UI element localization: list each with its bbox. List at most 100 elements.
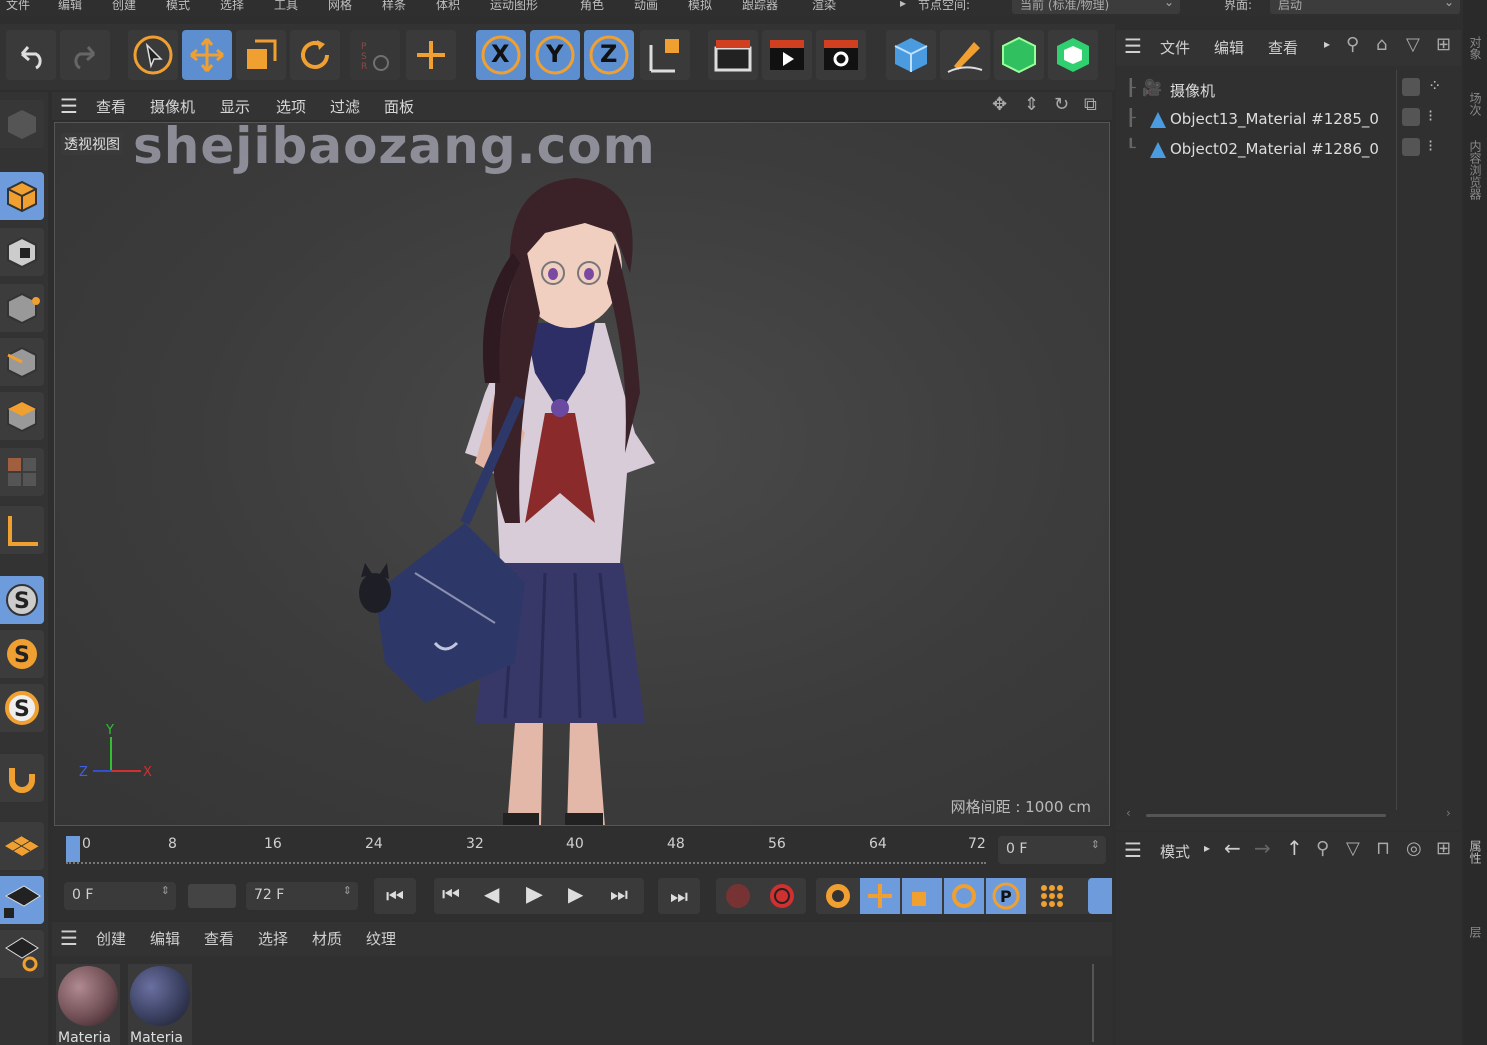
timeline-options-button[interactable]: [1088, 878, 1112, 914]
auto-key-icon[interactable]: [766, 880, 798, 912]
material-scrollbar[interactable]: [1092, 964, 1100, 1042]
play-icon[interactable]: ▶: [526, 882, 543, 907]
psr-button[interactable]: PSR: [350, 30, 400, 80]
menu-item-animate[interactable]: 动画: [634, 0, 658, 13]
lock-x-axis-button[interactable]: X: [476, 30, 526, 80]
home-icon[interactable]: ⌂: [1376, 34, 1387, 55]
camera-tag-icon[interactable]: ⁘: [1428, 76, 1441, 95]
move-tool-button[interactable]: [182, 30, 232, 80]
next-frame-icon[interactable]: ▶: [568, 882, 583, 906]
stepper-icon[interactable]: ⇕: [161, 884, 170, 897]
workplane-button[interactable]: [0, 822, 44, 870]
up-arrow-icon[interactable]: ↑: [1286, 836, 1303, 860]
point-level-animation-icon[interactable]: [1036, 880, 1068, 912]
target-icon[interactable]: ◎: [1406, 838, 1422, 859]
coordinate-system-button[interactable]: [640, 30, 690, 80]
material-menu-material[interactable]: 材质: [312, 928, 342, 949]
viewport-menu-display[interactable]: 显示: [220, 96, 250, 117]
end-frame-field[interactable]: 72 F ⇕: [246, 882, 358, 910]
attribute-mode-menu[interactable]: 模式: [1160, 841, 1190, 862]
viewport-menu-view[interactable]: 查看: [96, 96, 126, 117]
tab-content-browser[interactable]: 内容浏览器: [1467, 140, 1484, 200]
snap-settings-button[interactable]: S: [0, 630, 44, 678]
lock-icon[interactable]: ⊓: [1376, 838, 1390, 859]
chevron-right-icon[interactable]: ▸: [1204, 841, 1210, 855]
menu-item-create[interactable]: 创建: [112, 0, 136, 13]
material-swatch[interactable]: Materia: [56, 964, 120, 1045]
perspective-viewport[interactable]: 透视视图 shejibaozang.com Y X Z 网格间距: 1000 …: [54, 122, 1110, 826]
viewport-menu-panel[interactable]: 面板: [384, 96, 414, 117]
material-menu-view[interactable]: 查看: [204, 928, 234, 949]
menu-item-character[interactable]: 角色: [580, 0, 604, 13]
viewport-menu-filter[interactable]: 过滤: [330, 96, 360, 117]
tab-takes[interactable]: 场次: [1467, 92, 1484, 116]
orbit-view-icon[interactable]: ↻: [1054, 94, 1069, 115]
visibility-dots-icon[interactable]: ⁝: [1428, 106, 1433, 125]
workplane-settings-button[interactable]: [0, 930, 44, 978]
object-menu-view[interactable]: 查看: [1268, 37, 1298, 58]
select-tool-button[interactable]: [128, 30, 178, 80]
search-icon[interactable]: ⚲: [1316, 838, 1329, 859]
texture-mode-button[interactable]: [0, 228, 44, 276]
menu-item-volume[interactable]: 体积: [436, 0, 460, 13]
locked-workplane-button[interactable]: [0, 876, 44, 924]
menu-item-mesh[interactable]: 网格: [328, 0, 352, 13]
edit-visibility-toggle[interactable]: [1402, 78, 1420, 96]
menu-item-tracker[interactable]: 跟踪器: [742, 0, 778, 13]
edges-mode-button[interactable]: [0, 338, 44, 386]
chevron-right-icon[interactable]: ›: [1446, 806, 1451, 820]
redo-button[interactable]: [60, 30, 110, 80]
dolly-view-icon[interactable]: ⇕: [1024, 94, 1039, 115]
back-arrow-icon[interactable]: ←: [1224, 836, 1241, 860]
previous-frame-icon[interactable]: ◀: [484, 882, 499, 906]
rotate-tool-button[interactable]: [290, 30, 340, 80]
scroll-thumb[interactable]: [1146, 814, 1386, 817]
menu-item-tools[interactable]: 工具: [274, 0, 298, 13]
polygons-mode-button[interactable]: [0, 392, 44, 440]
go-to-end-button[interactable]: ⏭: [658, 878, 700, 914]
stepper-icon[interactable]: ⇕: [343, 884, 352, 897]
make-editable-button[interactable]: [0, 100, 44, 148]
pen-tool-button[interactable]: [940, 30, 990, 80]
start-frame-field[interactable]: 0 F ⇕: [64, 882, 176, 910]
material-swatch[interactable]: Materia: [128, 964, 192, 1045]
menu-item-file[interactable]: 文件: [6, 0, 30, 13]
object-row-object02[interactable]: ┖ Object02_Material #1286_0: [1126, 136, 1396, 164]
uv-mode-button[interactable]: [0, 448, 44, 496]
hamburger-icon[interactable]: ☰: [1124, 34, 1142, 58]
chevron-right-icon[interactable]: ▸: [1324, 37, 1330, 51]
timeline-ruler[interactable]: 0 8 16 24 32 40 48 56 64 72 0 F ⇕: [52, 828, 1112, 872]
menu-item-spline[interactable]: 样条: [382, 0, 406, 13]
hamburger-icon[interactable]: ☰: [60, 94, 78, 118]
points-mode-button[interactable]: [0, 284, 44, 332]
new-panel-icon[interactable]: ⊞: [1436, 838, 1451, 859]
cube-object-button[interactable]: [886, 30, 936, 80]
maximize-view-icon[interactable]: ⧉: [1084, 94, 1097, 115]
edit-visibility-toggle[interactable]: [1402, 108, 1420, 126]
object-scrollbar[interactable]: ‹ ›: [1126, 806, 1451, 820]
filter-icon[interactable]: ▽: [1406, 34, 1420, 55]
stepper-icon[interactable]: ⇕: [1091, 838, 1100, 851]
axis-mode-button[interactable]: [0, 506, 44, 554]
pan-view-icon[interactable]: ✥: [992, 94, 1007, 115]
object-menu-edit[interactable]: 编辑: [1214, 37, 1244, 58]
magnet-button[interactable]: [0, 754, 44, 802]
next-key-icon[interactable]: ⏭: [610, 882, 628, 906]
filter-icon[interactable]: ▽: [1346, 838, 1360, 859]
quantize-button[interactable]: S: [0, 684, 44, 732]
current-frame-field[interactable]: 0 F ⇕: [998, 836, 1106, 864]
cloner-button[interactable]: [1048, 30, 1098, 80]
material-menu-texture[interactable]: 纹理: [366, 928, 396, 949]
subdivision-surface-button[interactable]: [994, 30, 1044, 80]
object-menu-file[interactable]: 文件: [1160, 37, 1190, 58]
chevron-left-icon[interactable]: ‹: [1126, 806, 1131, 820]
scale-tool-button[interactable]: [236, 30, 286, 80]
tab-layers[interactable]: 层: [1467, 926, 1484, 938]
render-settings-button[interactable]: [816, 30, 866, 80]
visibility-dots-icon[interactable]: ⁝: [1428, 136, 1433, 155]
hamburger-icon[interactable]: ☰: [60, 926, 78, 950]
lock-z-axis-button[interactable]: Z: [584, 30, 634, 80]
search-icon[interactable]: ⚲: [1346, 34, 1359, 55]
object-row-object13[interactable]: ┠ Object13_Material #1285_0: [1126, 106, 1396, 134]
viewport-menu-options[interactable]: 选项: [276, 96, 306, 117]
